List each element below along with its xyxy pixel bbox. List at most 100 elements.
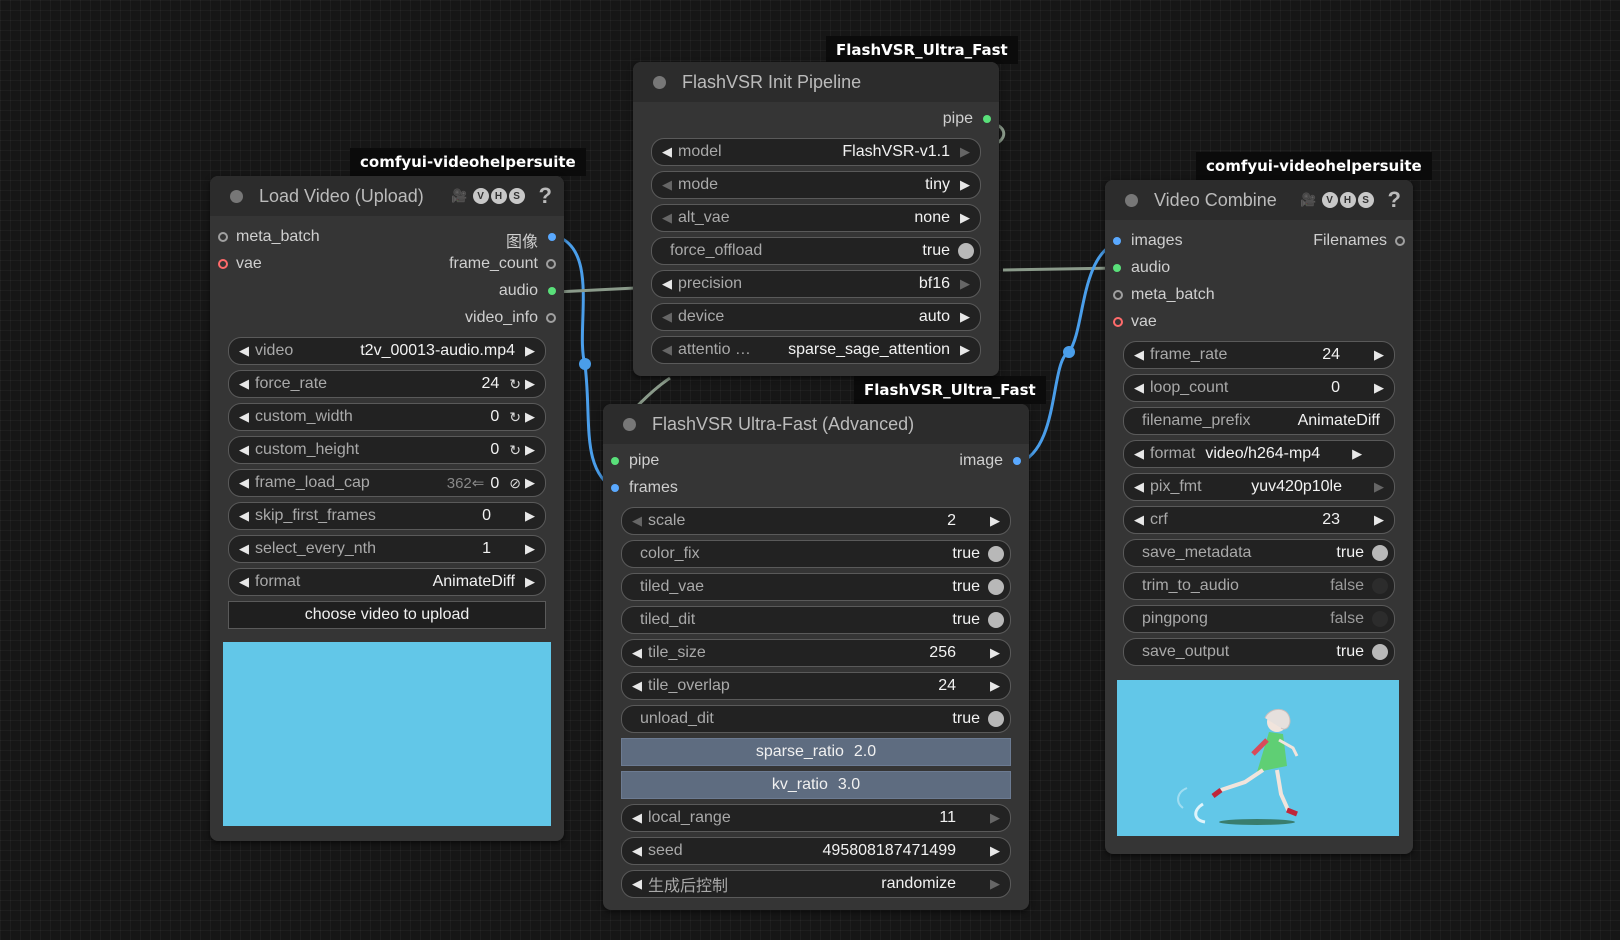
- increment-arrow-icon[interactable]: ▶: [1348, 446, 1366, 462]
- widget-scale[interactable]: ◀ scale 2 ▶: [621, 507, 1011, 535]
- widget-unload-dit[interactable]: unload_dit true: [621, 705, 1011, 733]
- input-pin-frames[interactable]: [611, 484, 619, 492]
- toggle-knob[interactable]: [1372, 644, 1388, 660]
- increment-arrow-icon[interactable]: ▶: [521, 574, 539, 590]
- output-pin-video-info[interactable]: [546, 313, 556, 323]
- decrement-arrow-icon[interactable]: ◀: [628, 645, 646, 661]
- decrement-arrow-icon[interactable]: ◀: [1130, 479, 1148, 495]
- input-pin-pipe[interactable]: [611, 457, 619, 465]
- widget-pingpong[interactable]: pingpong false: [1123, 605, 1395, 633]
- flashvsr-ultra-fast-advanced-node[interactable]: FlashVSR Ultra-Fast (Advanced) pipe imag…: [603, 404, 1029, 910]
- flashvsr-init-pipeline-node[interactable]: FlashVSR Init Pipeline pipe ◀ model Flas…: [633, 62, 999, 376]
- widget-loop-count[interactable]: ◀ loop_count 0 ▶: [1123, 374, 1395, 402]
- increment-arrow-icon[interactable]: ▶: [986, 513, 1004, 529]
- output-pin-pipe[interactable]: [983, 115, 991, 123]
- widget-alt-vae[interactable]: ◀ alt_vae none ▶: [651, 204, 981, 232]
- output-pin-image[interactable]: [548, 233, 556, 241]
- widget-skip-first-frames[interactable]: ◀ skip_first_frames 0 ▶: [228, 502, 546, 530]
- increment-arrow-icon[interactable]: ▶: [956, 177, 974, 193]
- node-titlebar[interactable]: FlashVSR Ultra-Fast (Advanced): [603, 404, 1029, 444]
- increment-arrow-icon[interactable]: ▶: [986, 810, 1004, 826]
- widget-trim-to-audio[interactable]: trim_to_audio false: [1123, 572, 1395, 600]
- node-titlebar[interactable]: Load Video (Upload) 🎥 VHS ?: [210, 176, 564, 216]
- video-combine-node[interactable]: Video Combine 🎥 VHS ? images Filenames a…: [1105, 180, 1413, 854]
- slider-sparse-ratio[interactable]: sparse_ratio 2.0: [621, 738, 1011, 766]
- decrement-arrow-icon[interactable]: ◀: [628, 678, 646, 694]
- widget-device[interactable]: ◀ device auto ▶: [651, 303, 981, 331]
- reset-icon[interactable]: ↻: [509, 409, 521, 426]
- decrement-arrow-icon[interactable]: ◀: [235, 541, 253, 557]
- choose-video-upload-button[interactable]: choose video to upload: [228, 601, 546, 629]
- increment-arrow-icon[interactable]: ▶: [986, 843, 1004, 859]
- output-pin-frame-count[interactable]: [546, 259, 556, 269]
- help-icon[interactable]: ?: [539, 183, 552, 209]
- increment-arrow-icon[interactable]: ▶: [956, 144, 974, 160]
- decrement-arrow-icon[interactable]: ◀: [1130, 512, 1148, 528]
- widget-pix-fmt[interactable]: ◀ pix_fmt yuv420p10le ▶: [1123, 473, 1395, 501]
- widget-control-after-generate[interactable]: ◀ 生成后控制 randomize ▶: [621, 870, 1011, 898]
- decrement-arrow-icon[interactable]: ◀: [658, 309, 676, 325]
- decrement-arrow-icon[interactable]: ◀: [235, 442, 253, 458]
- collapse-dot-icon[interactable]: [230, 189, 243, 203]
- increment-arrow-icon[interactable]: ▶: [521, 442, 539, 458]
- input-pin-vae[interactable]: [1113, 317, 1123, 327]
- widget-filename-prefix[interactable]: filename_prefix AnimateDiff: [1123, 407, 1395, 435]
- input-pin-meta-batch[interactable]: [218, 232, 228, 242]
- input-pin-meta-batch[interactable]: [1113, 290, 1123, 300]
- increment-arrow-icon[interactable]: ▶: [1370, 347, 1388, 363]
- widget-save-metadata[interactable]: save_metadata true: [1123, 539, 1395, 567]
- decrement-arrow-icon[interactable]: ◀: [1130, 380, 1148, 396]
- decrement-arrow-icon[interactable]: ◀: [235, 409, 253, 425]
- increment-arrow-icon[interactable]: ▶: [521, 409, 539, 425]
- widget-video[interactable]: ◀ video t2v_00013-audio.mp4 ▶: [228, 337, 546, 365]
- increment-arrow-icon[interactable]: ▶: [1370, 380, 1388, 396]
- widget-attention-mode[interactable]: ◀ attentio … sparse_sage_attention ▶: [651, 336, 981, 364]
- increment-arrow-icon[interactable]: ▶: [956, 342, 974, 358]
- decrement-arrow-icon[interactable]: ◀: [1130, 347, 1148, 363]
- collapse-dot-icon[interactable]: [1125, 193, 1138, 207]
- widget-color-fix[interactable]: color_fix true: [621, 540, 1011, 568]
- decrement-arrow-icon[interactable]: ◀: [1130, 446, 1148, 462]
- decrement-arrow-icon[interactable]: ◀: [235, 475, 253, 491]
- increment-arrow-icon[interactable]: ▶: [521, 475, 539, 491]
- widget-custom-width[interactable]: ◀ custom_width 0 ↻ ▶: [228, 403, 546, 431]
- decrement-arrow-icon[interactable]: ◀: [628, 513, 646, 529]
- decrement-arrow-icon[interactable]: ◀: [628, 843, 646, 859]
- widget-model[interactable]: ◀ model FlashVSR-v1.1 ▶: [651, 138, 981, 166]
- widget-custom-height[interactable]: ◀ custom_height 0 ↻ ▶: [228, 436, 546, 464]
- input-pin-audio[interactable]: [1113, 264, 1121, 272]
- slider-kv-ratio[interactable]: kv_ratio 3.0: [621, 771, 1011, 799]
- toggle-knob[interactable]: [1372, 611, 1388, 627]
- decrement-arrow-icon[interactable]: ◀: [658, 342, 676, 358]
- widget-precision[interactable]: ◀ precision bf16 ▶: [651, 270, 981, 298]
- decrement-arrow-icon[interactable]: ◀: [628, 876, 646, 892]
- decrement-arrow-icon[interactable]: ◀: [235, 508, 253, 524]
- output-pin-image[interactable]: [1013, 457, 1021, 465]
- widget-frame-load-cap[interactable]: ◀ frame_load_cap 362⇐ 0 ⊘ ▶: [228, 469, 546, 497]
- toggle-knob[interactable]: [988, 612, 1004, 628]
- help-icon[interactable]: ?: [1388, 187, 1401, 213]
- increment-arrow-icon[interactable]: ▶: [521, 343, 539, 359]
- decrement-arrow-icon[interactable]: ◀: [235, 376, 253, 392]
- widget-seed[interactable]: ◀ seed 495808187471499 ▶: [621, 837, 1011, 865]
- decrement-arrow-icon[interactable]: ◀: [235, 574, 253, 590]
- collapse-dot-icon[interactable]: [623, 417, 636, 431]
- decrement-arrow-icon[interactable]: ◀: [235, 343, 253, 359]
- widget-local-range[interactable]: ◀ local_range 11 ▶: [621, 804, 1011, 832]
- reset-icon[interactable]: ↻: [509, 442, 521, 459]
- toggle-knob[interactable]: [1372, 578, 1388, 594]
- toggle-knob[interactable]: [988, 711, 1004, 727]
- widget-tiled-dit[interactable]: tiled_dit true: [621, 606, 1011, 634]
- widget-tile-overlap[interactable]: ◀ tile_overlap 24 ▶: [621, 672, 1011, 700]
- input-pin-images[interactable]: [1113, 237, 1121, 245]
- disable-icon[interactable]: ⊘: [509, 475, 521, 492]
- increment-arrow-icon[interactable]: ▶: [986, 678, 1004, 694]
- increment-arrow-icon[interactable]: ▶: [1370, 512, 1388, 528]
- widget-save-output[interactable]: save_output true: [1123, 638, 1395, 666]
- collapse-dot-icon[interactable]: [653, 75, 666, 89]
- increment-arrow-icon[interactable]: ▶: [956, 309, 974, 325]
- decrement-arrow-icon[interactable]: ◀: [658, 144, 676, 160]
- node-titlebar[interactable]: FlashVSR Init Pipeline: [633, 62, 999, 102]
- output-pin-audio[interactable]: [548, 287, 556, 295]
- increment-arrow-icon[interactable]: ▶: [956, 276, 974, 292]
